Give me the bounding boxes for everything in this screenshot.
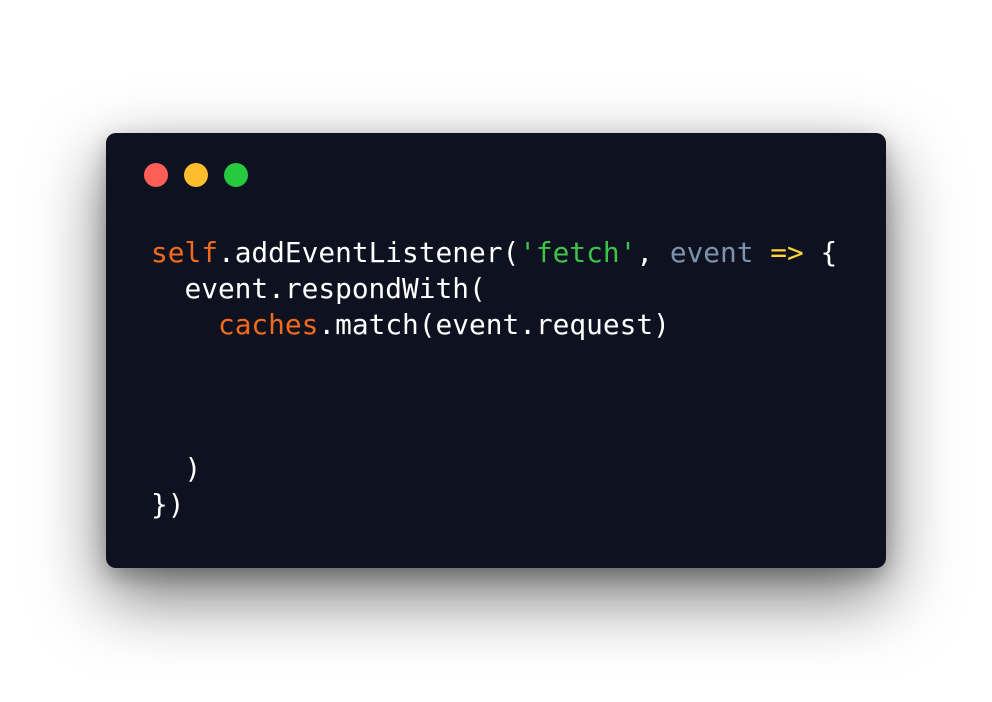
- code-token-arrow: =>: [770, 236, 804, 269]
- code-token-plain: .addEventListener(: [217, 236, 520, 269]
- window-controls: [144, 163, 248, 187]
- code-token-plain: .match(event.request): [318, 308, 670, 341]
- code-token-string: 'fetch': [519, 236, 637, 269]
- code-token-plain: ,: [636, 236, 670, 269]
- code-line: event.respondWith(: [151, 271, 837, 307]
- code-token-keyword: self: [151, 236, 218, 269]
- code-line: caches.match(event.request): [151, 307, 837, 343]
- code-token-plain: ): [151, 452, 202, 485]
- close-button[interactable]: [144, 163, 168, 187]
- code-token-plain: }): [151, 488, 185, 521]
- code-line: self.addEventListener('fetch', event => …: [151, 235, 837, 271]
- code-line: }): [151, 487, 837, 523]
- code-token-plain: {: [803, 236, 838, 269]
- code-block: self.addEventListener('fetch', event => …: [151, 235, 837, 523]
- maximize-button[interactable]: [224, 163, 248, 187]
- code-token-plain: event.respondWith(: [151, 272, 486, 305]
- code-window: self.addEventListener('fetch', event => …: [106, 133, 886, 568]
- minimize-button[interactable]: [184, 163, 208, 187]
- code-token-param: event: [669, 236, 754, 269]
- code-line: ): [151, 451, 837, 487]
- code-token-keyword: caches: [217, 308, 319, 341]
